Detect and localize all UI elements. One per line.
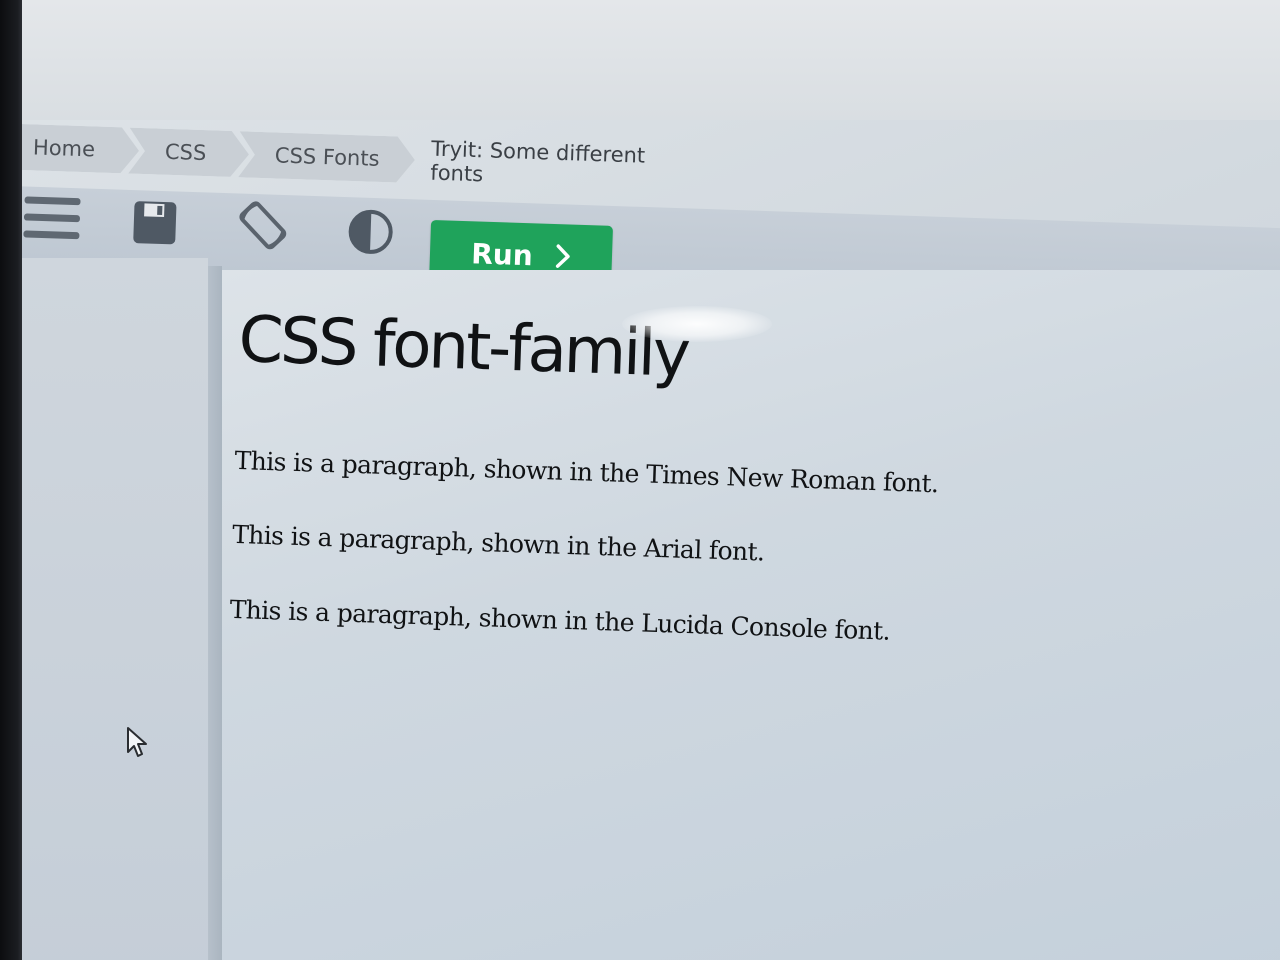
mouse-pointer-icon <box>126 726 150 765</box>
code-panel[interactable] <box>22 258 208 960</box>
monitor-bezel <box>0 0 22 960</box>
screen: Home CSS CSS Fonts Tryit: Some different… <box>22 0 1280 960</box>
breadcrumb-home-label: Home <box>32 135 96 162</box>
run-button-label: Run <box>470 236 534 272</box>
rotate-icon[interactable] <box>230 193 296 257</box>
breadcrumb-css-fonts[interactable]: CSS Fonts <box>238 131 415 183</box>
breadcrumb-current-label: Tryit: Some different fonts <box>430 136 646 187</box>
breadcrumb-css[interactable]: CSS <box>128 128 249 178</box>
menu-icon[interactable] <box>22 192 88 244</box>
breadcrumb-css-fonts-label: CSS Fonts <box>274 143 380 171</box>
contrast-icon[interactable] <box>342 203 400 261</box>
panel-resize-handle[interactable] <box>208 266 222 960</box>
breadcrumb-current: Tryit: Some different fonts <box>394 136 735 193</box>
save-icon[interactable] <box>126 194 184 252</box>
top-strip <box>22 0 1280 120</box>
breadcrumb-home[interactable]: Home <box>22 124 140 174</box>
breadcrumb-css-label: CSS <box>164 139 207 166</box>
chevron-right-icon <box>555 244 570 268</box>
